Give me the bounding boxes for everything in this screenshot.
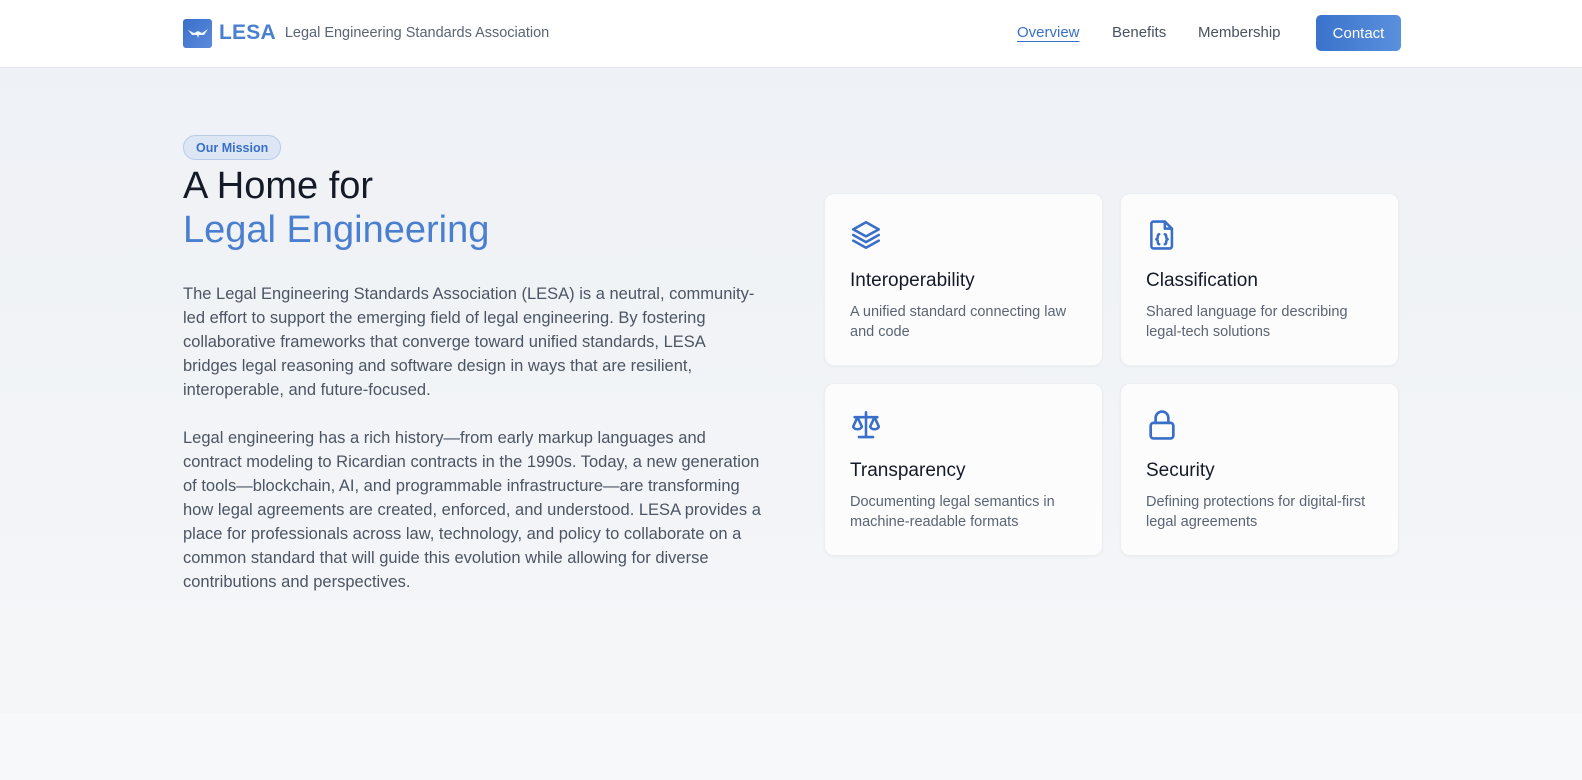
layers-icon bbox=[851, 220, 881, 250]
feature-card-security: Security Defining protections for digita… bbox=[1120, 383, 1399, 556]
feature-card-transparency: Transparency Documenting legal semantics… bbox=[824, 383, 1103, 556]
feature-card-classification: Classification Shared language for descr… bbox=[1120, 193, 1399, 366]
feature-title: Interoperability bbox=[850, 270, 975, 291]
intro-paragraph: The Legal Engineering Standards Associat… bbox=[183, 285, 755, 399]
feature-title: Transparency bbox=[850, 460, 966, 481]
feature-title: Classification bbox=[1146, 270, 1258, 291]
history-paragraph: Legal engineering has a rich history—fro… bbox=[183, 429, 761, 591]
feature-desc: Defining protections for digital-first l… bbox=[1146, 494, 1366, 530]
feature-desc: Documenting legal semantics in machine-r… bbox=[850, 494, 1055, 530]
nav-benefits[interactable]: Benefits bbox=[1112, 24, 1166, 41]
scales-icon bbox=[851, 410, 881, 439]
feature-title: Security bbox=[1146, 460, 1215, 481]
site-header: LESA Legal Engineering Standards Associa… bbox=[0, 0, 1582, 68]
brand-name: LESA bbox=[219, 21, 276, 44]
brand[interactable]: LESA Legal Engineering Standards Associa… bbox=[183, 18, 549, 48]
contact-button[interactable]: Contact bbox=[1316, 15, 1401, 51]
feature-desc: A unified standard connecting law and co… bbox=[850, 304, 1067, 340]
nav-overview[interactable]: Overview bbox=[1017, 24, 1080, 41]
feature-card-interoperability: Interoperability A unified standard conn… bbox=[824, 193, 1103, 366]
code-file-icon bbox=[1150, 220, 1174, 250]
lock-icon bbox=[1149, 410, 1175, 440]
brand-full-name: Legal Engineering Standards Association bbox=[284, 25, 550, 41]
title-line-2: Legal Engineering bbox=[183, 209, 490, 251]
nav-membership[interactable]: Membership bbox=[1198, 24, 1281, 41]
mission-badge: Our Mission bbox=[183, 135, 282, 160]
title-line-1: A Home for bbox=[183, 165, 374, 207]
eagle-icon bbox=[183, 18, 212, 48]
feature-desc: Shared language for describing legal-tec… bbox=[1146, 304, 1348, 340]
section-divider bbox=[0, 713, 1582, 780]
page-title: A Home for Legal Engineering bbox=[183, 164, 489, 252]
